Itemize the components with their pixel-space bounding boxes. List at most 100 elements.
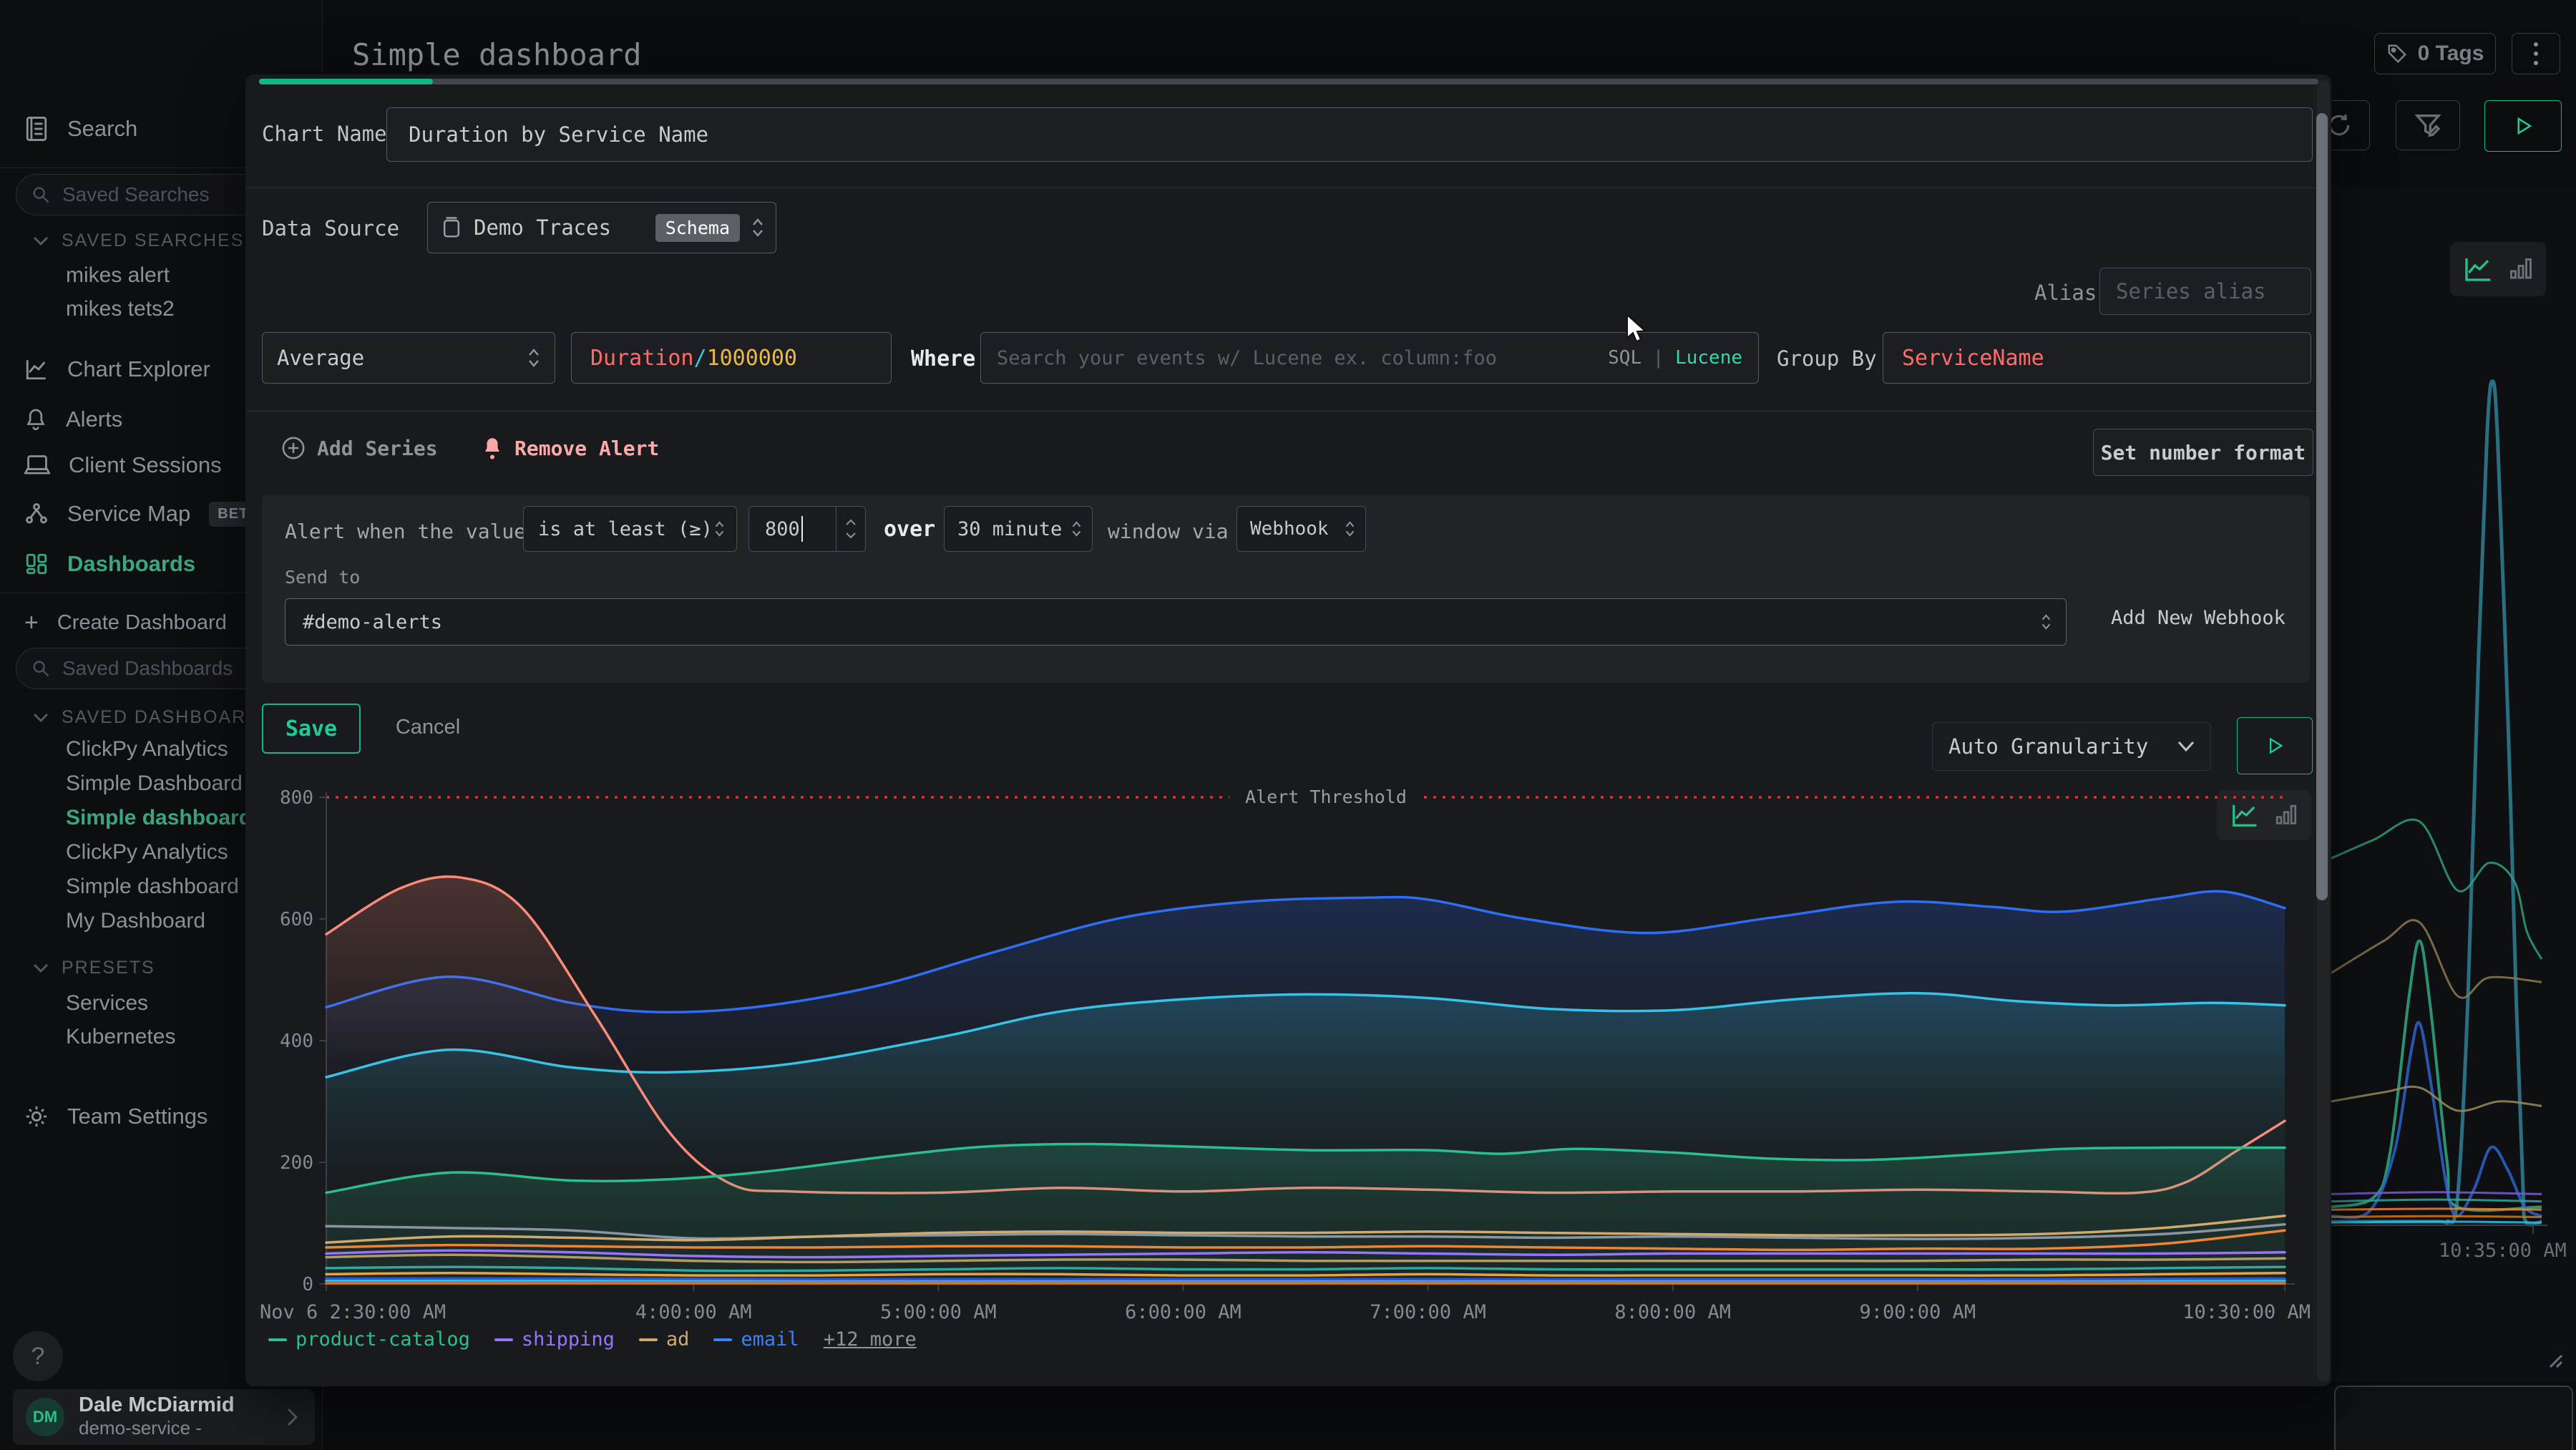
alias-input[interactable]: Series alias bbox=[2099, 268, 2311, 315]
number-stepper[interactable] bbox=[836, 507, 865, 551]
formula-value: Duration/1000000 bbox=[590, 346, 797, 371]
chevron-down-icon bbox=[845, 532, 857, 539]
alert-via-label: window via bbox=[1108, 520, 1229, 543]
where-label: Where bbox=[911, 346, 975, 371]
search-doc-icon bbox=[24, 115, 49, 142]
circle-plus-icon bbox=[281, 436, 306, 460]
play-icon bbox=[2512, 115, 2534, 137]
saved-dashboard-item[interactable]: ClickPy Analytics bbox=[66, 840, 228, 865]
line-chart-icon[interactable] bbox=[2462, 255, 2492, 283]
saved-dashboard-item[interactable]: Simple Dashboard bbox=[66, 772, 243, 796]
user-name: Dale McDiarmid bbox=[79, 1394, 270, 1417]
legend-swatch bbox=[268, 1338, 287, 1341]
bell-icon bbox=[482, 436, 503, 460]
alert-threshold-input[interactable]: 800 bbox=[748, 506, 866, 552]
saved-dashboard-item[interactable]: Simple dashboard bbox=[66, 875, 239, 899]
alert-window-select[interactable]: 30 minute bbox=[944, 506, 1093, 552]
save-button[interactable]: Save bbox=[262, 704, 361, 754]
saved-dashboard-item[interactable]: Simple dashboard bbox=[66, 806, 252, 830]
data-source-select[interactable]: Demo Traces Schema bbox=[427, 202, 776, 253]
sql-mode-toggle[interactable]: SQL | Lucene bbox=[1608, 347, 1742, 369]
svg-text:6:00:00 AM: 6:00:00 AM bbox=[1125, 1301, 1241, 1321]
chevrons-up-down-icon bbox=[2041, 613, 2051, 631]
saved-dashboards-header[interactable]: SAVED DASHBOARDS bbox=[33, 707, 274, 728]
avatar: DM bbox=[26, 1398, 64, 1436]
chevrons-up-down-icon bbox=[751, 217, 764, 238]
legend-swatch bbox=[639, 1338, 658, 1341]
saved-search-item[interactable]: mikes alert bbox=[66, 263, 170, 288]
preview-chart: 0200400600800Nov 6 2:30:00 AM4:00:00 AM5… bbox=[260, 777, 2311, 1321]
svg-text:Nov 6 2:30:00 AM: Nov 6 2:30:00 AM bbox=[260, 1301, 446, 1321]
legend-item[interactable]: email bbox=[713, 1328, 799, 1351]
resize-handle-icon[interactable] bbox=[2545, 1350, 2563, 1368]
user-subtitle: demo-service - bbox=[79, 1417, 270, 1439]
plus-icon: + bbox=[24, 609, 39, 637]
legend-label: email bbox=[741, 1328, 799, 1351]
add-series-button[interactable]: Add Series bbox=[281, 436, 438, 460]
magnifier-icon bbox=[31, 185, 51, 205]
chart-icon bbox=[24, 357, 49, 381]
legend-swatch bbox=[713, 1338, 732, 1341]
saved-searches-header[interactable]: SAVED SEARCHES bbox=[33, 230, 244, 251]
chart-legend: product-catalog shipping ad email +12 more bbox=[268, 1328, 917, 1351]
svg-text:9:00:00 AM: 9:00:00 AM bbox=[1860, 1301, 1976, 1321]
svg-text:200: 200 bbox=[280, 1152, 313, 1174]
saved-search-item[interactable]: mikes tets2 bbox=[66, 297, 175, 321]
formula-input[interactable]: Duration/1000000 bbox=[571, 332, 892, 384]
alert-channel-select[interactable]: Webhook bbox=[1236, 506, 1366, 552]
modal-scrollbar-thumb[interactable] bbox=[2316, 113, 2328, 900]
background-chart bbox=[2331, 308, 2576, 1274]
chevrons-up-down-icon bbox=[1071, 520, 1082, 538]
group-by-input[interactable]: ServiceName bbox=[1883, 332, 2311, 384]
svg-text:4:00:00 AM: 4:00:00 AM bbox=[635, 1301, 752, 1321]
legend-item[interactable]: shipping bbox=[494, 1328, 615, 1351]
chart-name-input[interactable]: Duration by Service Name bbox=[386, 107, 2313, 162]
saved-dashboard-item[interactable]: ClickPy Analytics bbox=[66, 737, 228, 762]
aggregation-select[interactable]: Average bbox=[262, 332, 555, 384]
svg-text:0: 0 bbox=[302, 1274, 313, 1295]
preset-item[interactable]: Services bbox=[66, 991, 148, 1016]
gear-icon bbox=[24, 1104, 49, 1129]
chevrons-up-down-icon bbox=[527, 347, 540, 369]
legend-item[interactable]: ad bbox=[639, 1328, 690, 1351]
svg-text:800: 800 bbox=[280, 787, 313, 809]
bar-chart-icon[interactable] bbox=[2508, 255, 2534, 283]
presets-header[interactable]: PRESETS bbox=[33, 958, 155, 978]
legend-label: shipping bbox=[522, 1328, 615, 1351]
preview-run-button[interactable] bbox=[2237, 717, 2313, 774]
legend-item[interactable]: product-catalog bbox=[268, 1328, 470, 1351]
play-icon bbox=[2265, 736, 2285, 756]
run-query-button[interactable] bbox=[2484, 100, 2562, 152]
graph-icon bbox=[24, 502, 49, 526]
granularity-select[interactable]: Auto Granularity bbox=[1932, 722, 2211, 771]
background-chart-type-toggle[interactable] bbox=[2450, 242, 2546, 296]
grid-icon bbox=[24, 552, 49, 576]
preset-item[interactable]: Kubernetes bbox=[66, 1025, 175, 1049]
chevrons-up-down-icon bbox=[714, 520, 725, 538]
page-title: Simple dashboard bbox=[352, 37, 642, 72]
webhook-select[interactable]: #demo-alerts bbox=[285, 598, 2067, 646]
filter-button[interactable] bbox=[2396, 100, 2460, 150]
app-root: HyperDX Simple dashboard 0 Tags bbox=[0, 0, 2576, 1450]
help-button[interactable]: ? bbox=[13, 1331, 63, 1381]
svg-text:Alert Threshold: Alert Threshold bbox=[1245, 787, 1407, 807]
more-menu-button[interactable] bbox=[2512, 33, 2560, 74]
alert-prefix-label: Alert when the value bbox=[285, 520, 526, 543]
legend-label: +12 more bbox=[824, 1328, 917, 1351]
legend-swatch bbox=[494, 1338, 513, 1341]
set-number-format-button[interactable]: Set number format bbox=[2093, 429, 2313, 476]
alert-config-panel: Alert when the value is at least (≥) 800… bbox=[262, 495, 2310, 683]
legend-item[interactable]: +12 more bbox=[824, 1328, 917, 1351]
user-card[interactable]: DM Dale McDiarmid demo-service - bbox=[13, 1389, 315, 1445]
progress-bar bbox=[259, 79, 433, 84]
svg-text:5:00:00 AM: 5:00:00 AM bbox=[880, 1301, 997, 1321]
svg-text:10:30:00 AM: 10:30:00 AM bbox=[2182, 1301, 2311, 1321]
modal-scrollbar[interactable] bbox=[2317, 80, 2330, 1381]
remove-alert-button[interactable]: Remove Alert bbox=[482, 436, 659, 460]
alert-operator-select[interactable]: is at least (≥) bbox=[523, 506, 737, 552]
cancel-button[interactable]: Cancel bbox=[381, 709, 474, 746]
tags-button[interactable]: 0 Tags bbox=[2374, 33, 2496, 74]
saved-dashboard-item[interactable]: My Dashboard bbox=[66, 909, 205, 933]
add-new-webhook-button[interactable]: Add New Webhook bbox=[2111, 607, 2285, 629]
mouse-cursor bbox=[1624, 313, 1653, 345]
